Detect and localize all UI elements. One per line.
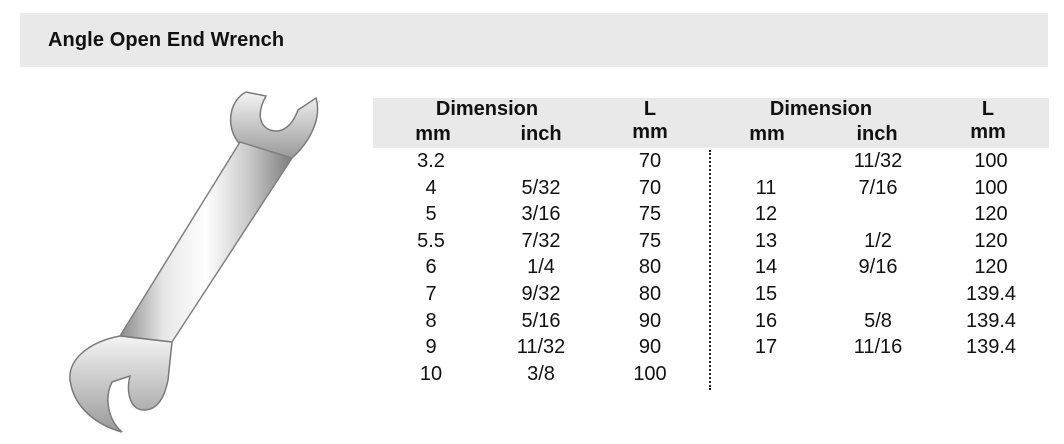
left-inch-cell: 3/8 [527,362,555,385]
left-inch-cell: 11/32 [516,336,566,359]
left-l-cell: 100 [633,362,667,385]
left-mm-cell: 5.5 [417,229,445,252]
length-header-right: L [981,98,995,120]
left-l-cell: 75 [638,229,662,252]
right-l-cell: 100 [974,176,1008,199]
column-divider [709,150,711,390]
right-mm-cell: 14 [754,256,778,279]
dimension-header-left: Dimension [435,98,539,120]
left-mm-cell: 10 [419,362,443,385]
right-inch-cell: 7/16 [858,176,898,199]
right-l-cell: 139.4 [965,283,1017,305]
right-mm-cell: 15 [754,283,778,305]
mm-header-left: mm [415,123,451,145]
right-inch-cell: 9/16 [858,256,898,279]
inch-header-left: inch [520,123,562,145]
left-mm-cell: 6 [425,256,437,279]
right-inch-cell: 11/32 [853,150,903,172]
right-mm-cell: 12 [754,203,778,226]
right-inch-cell: 5/8 [864,309,892,332]
inch-header-right: inch [856,123,898,145]
left-inch-cell: 7/32 [521,229,561,252]
left-mm-cell: 9 [425,336,437,359]
left-mm-cell: 4 [425,176,437,199]
right-l-cell: 139.4 [965,336,1017,359]
length-header-left: L [643,98,657,120]
left-l-cell: 80 [638,256,662,279]
left-inch-cell: 5/16 [521,309,561,332]
right-l-cell: 120 [974,256,1008,279]
right-mm-cell: 16 [754,309,778,332]
right-mm-cell: 11 [755,176,777,199]
left-mm-cell: 8 [425,309,437,332]
length-unit-header-left: mm [632,121,668,143]
right-inch-cell: 11/16 [853,336,903,359]
right-inch-cell: 1/2 [864,229,892,252]
mm-header-right: mm [749,123,785,145]
right-l-cell: 100 [974,150,1008,172]
left-inch-cell: 5/32 [521,176,561,199]
page-title: Angle Open End Wrench [48,29,285,51]
length-unit-header-right: mm [970,121,1006,143]
left-inch-cell: 1/4 [527,256,555,279]
left-mm-cell: 3.2 [417,150,445,172]
right-l-cell: 120 [974,229,1008,252]
right-l-cell: 139.4 [965,309,1017,332]
left-l-cell: 80 [638,283,662,305]
right-mm-cell: 13 [754,229,778,252]
left-l-cell: 75 [638,203,662,226]
left-l-cell: 70 [638,150,662,172]
dimension-header-right: Dimension [769,98,873,120]
left-l-cell: 70 [638,176,662,199]
left-l-cell: 90 [638,336,662,359]
left-mm-cell: 5 [425,203,437,226]
right-l-cell: 120 [974,203,1008,226]
right-mm-cell: 17 [754,336,778,359]
left-inch-cell: 9/32 [521,283,561,305]
title-bar: Angle Open End Wrench [20,13,1048,67]
left-l-cell: 90 [638,309,662,332]
wrench-icon [69,91,319,433]
left-mm-cell: 7 [425,283,437,305]
left-inch-cell: 3/16 [521,203,561,226]
